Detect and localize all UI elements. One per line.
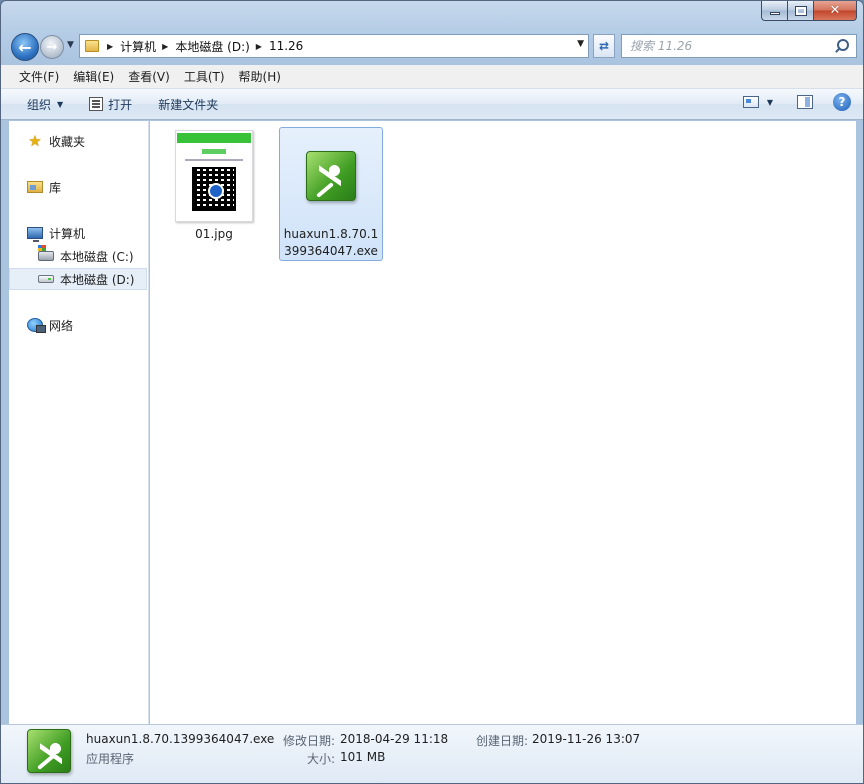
refresh-icon: ⇄ bbox=[598, 39, 610, 53]
close-button[interactable]: ✕ bbox=[813, 1, 857, 21]
file-item-01-jpg[interactable]: 01.jpg bbox=[162, 127, 266, 244]
arrow-right-icon: → bbox=[46, 39, 58, 55]
menu-bar: 文件(F) 编辑(E) 查看(V) 工具(T) 帮助(H) bbox=[1, 65, 863, 89]
close-icon: ✕ bbox=[829, 3, 841, 18]
refresh-button[interactable]: ⇄ bbox=[593, 34, 615, 58]
chevron-down-icon: ▼ bbox=[57, 99, 64, 109]
nav-favorites[interactable]: ★ 收藏夹 bbox=[9, 130, 147, 152]
hard-drive-icon bbox=[38, 271, 54, 287]
address-dropdown-icon[interactable]: ▼ bbox=[577, 39, 584, 49]
huaxun-app-icon bbox=[27, 729, 71, 773]
details-pane: huaxun1.8.70.1399364047.exe 应用程序 修改日期: 2… bbox=[1, 724, 863, 783]
search-input[interactable] bbox=[622, 39, 834, 53]
maximize-icon bbox=[794, 5, 807, 16]
breadcrumb-computer[interactable]: 计算机 bbox=[120, 38, 156, 55]
explorer-window: ✕ ← → ▼ ▶ 计算机 ▶ 本地磁盘 (D:) ▶ 11.26 ▼ ⇄ 文件… bbox=[0, 0, 864, 784]
folder-icon bbox=[85, 40, 99, 52]
file-name: 01.jpg bbox=[195, 227, 233, 241]
address-bar[interactable]: ▶ 计算机 ▶ 本地磁盘 (D:) ▶ 11.26 ▼ bbox=[79, 34, 589, 58]
details-file-name: huaxun1.8.70.1399364047.exe bbox=[86, 732, 275, 746]
arrow-left-icon: ← bbox=[18, 37, 32, 57]
help-icon[interactable]: ? bbox=[833, 93, 851, 111]
command-bar-right: ▼ ? bbox=[742, 93, 851, 111]
crumb-separator-icon[interactable]: ▶ bbox=[256, 42, 262, 51]
size-label: 大小: bbox=[307, 752, 336, 766]
file-list-view[interactable]: 01.jpg huaxun1.8.70.1399364047.exe bbox=[150, 121, 856, 724]
navigation-row: ← → ▼ ▶ 计算机 ▶ 本地磁盘 (D:) ▶ 11.26 ▼ ⇄ bbox=[9, 31, 857, 61]
modified-date-value: 2018-04-29 11:18 bbox=[340, 732, 449, 746]
open-icon bbox=[89, 97, 104, 111]
details-file-icon bbox=[27, 729, 73, 775]
nav-drive-c[interactable]: 本地磁盘 (C:) bbox=[9, 245, 147, 267]
file-item-huaxun-exe[interactable]: huaxun1.8.70.1399364047.exe bbox=[279, 127, 383, 261]
navigation-pane: ★ 收藏夹 库 计算机 本地磁盘 (C:) 本地磁盘 (D:) 网络 bbox=[9, 121, 149, 724]
back-button[interactable]: ← bbox=[11, 33, 39, 61]
size-value: 101 MB bbox=[340, 750, 386, 764]
organize-label: 组织 bbox=[27, 97, 52, 112]
change-view-icon[interactable] bbox=[742, 96, 759, 108]
star-icon: ★ bbox=[28, 132, 42, 150]
image-thumbnail-icon bbox=[175, 130, 253, 222]
nav-libraries-label: 库 bbox=[49, 180, 62, 195]
qr-code-icon bbox=[192, 167, 236, 211]
search-icon[interactable] bbox=[834, 37, 852, 55]
nav-network-label: 网络 bbox=[49, 318, 74, 333]
search-box[interactable] bbox=[621, 34, 857, 58]
huaxun-app-icon bbox=[306, 151, 356, 201]
file-name: huaxun1.8.70.1399364047.exe bbox=[283, 227, 379, 258]
menu-edit[interactable]: 编辑(E) bbox=[67, 66, 120, 87]
windows-drive-icon bbox=[38, 245, 54, 264]
network-icon bbox=[27, 317, 46, 333]
nav-libraries[interactable]: 库 bbox=[9, 176, 147, 198]
created-date-label: 创建日期: bbox=[476, 734, 529, 748]
crumb-separator-icon[interactable]: ▶ bbox=[162, 42, 168, 51]
details-file-type: 应用程序 bbox=[86, 752, 135, 766]
menu-file[interactable]: 文件(F) bbox=[13, 66, 65, 87]
nav-favorites-label: 收藏夹 bbox=[49, 134, 86, 149]
breadcrumb-drive-d[interactable]: 本地磁盘 (D:) bbox=[175, 38, 249, 55]
new-folder-button[interactable]: 新建文件夹 bbox=[150, 93, 226, 116]
nav-drive-d[interactable]: 本地磁盘 (D:) bbox=[9, 268, 147, 290]
preview-pane-icon[interactable] bbox=[797, 95, 813, 109]
open-button[interactable]: 打开 bbox=[81, 93, 140, 116]
menu-view[interactable]: 查看(V) bbox=[122, 66, 176, 87]
breadcrumb-current-folder[interactable]: 11.26 bbox=[269, 39, 303, 53]
application-icon-frame bbox=[283, 130, 379, 222]
library-icon bbox=[27, 179, 43, 195]
open-label: 打开 bbox=[108, 97, 133, 112]
nav-drive-d-label: 本地磁盘 (D:) bbox=[60, 272, 135, 287]
computer-icon bbox=[27, 225, 43, 242]
created-date-value: 2019-11-26 13:07 bbox=[532, 732, 641, 746]
caption-buttons: ✕ bbox=[761, 1, 857, 21]
menu-tools[interactable]: 工具(T) bbox=[178, 66, 231, 87]
menu-help[interactable]: 帮助(H) bbox=[233, 66, 287, 87]
recent-pages-button[interactable]: ▼ bbox=[67, 40, 74, 50]
minimize-button[interactable] bbox=[761, 1, 787, 21]
nav-network[interactable]: 网络 bbox=[9, 314, 147, 336]
new-folder-label: 新建文件夹 bbox=[158, 97, 219, 112]
crumb-separator-icon[interactable]: ▶ bbox=[107, 42, 113, 51]
organize-button[interactable]: 组织 ▼ bbox=[19, 93, 71, 116]
nav-computer-label: 计算机 bbox=[49, 226, 86, 241]
modified-date-label: 修改日期: bbox=[283, 734, 336, 748]
nav-drive-c-label: 本地磁盘 (C:) bbox=[60, 249, 134, 264]
view-options-dropdown-icon[interactable]: ▼ bbox=[767, 98, 773, 107]
minimize-icon bbox=[769, 12, 780, 15]
maximize-button[interactable] bbox=[787, 1, 813, 21]
command-bar: 组织 ▼ 打开 新建文件夹 ▼ ? bbox=[1, 89, 863, 120]
forward-button[interactable]: → bbox=[40, 35, 64, 59]
chevron-down-icon: ▼ bbox=[67, 40, 74, 50]
nav-computer[interactable]: 计算机 bbox=[9, 222, 147, 244]
